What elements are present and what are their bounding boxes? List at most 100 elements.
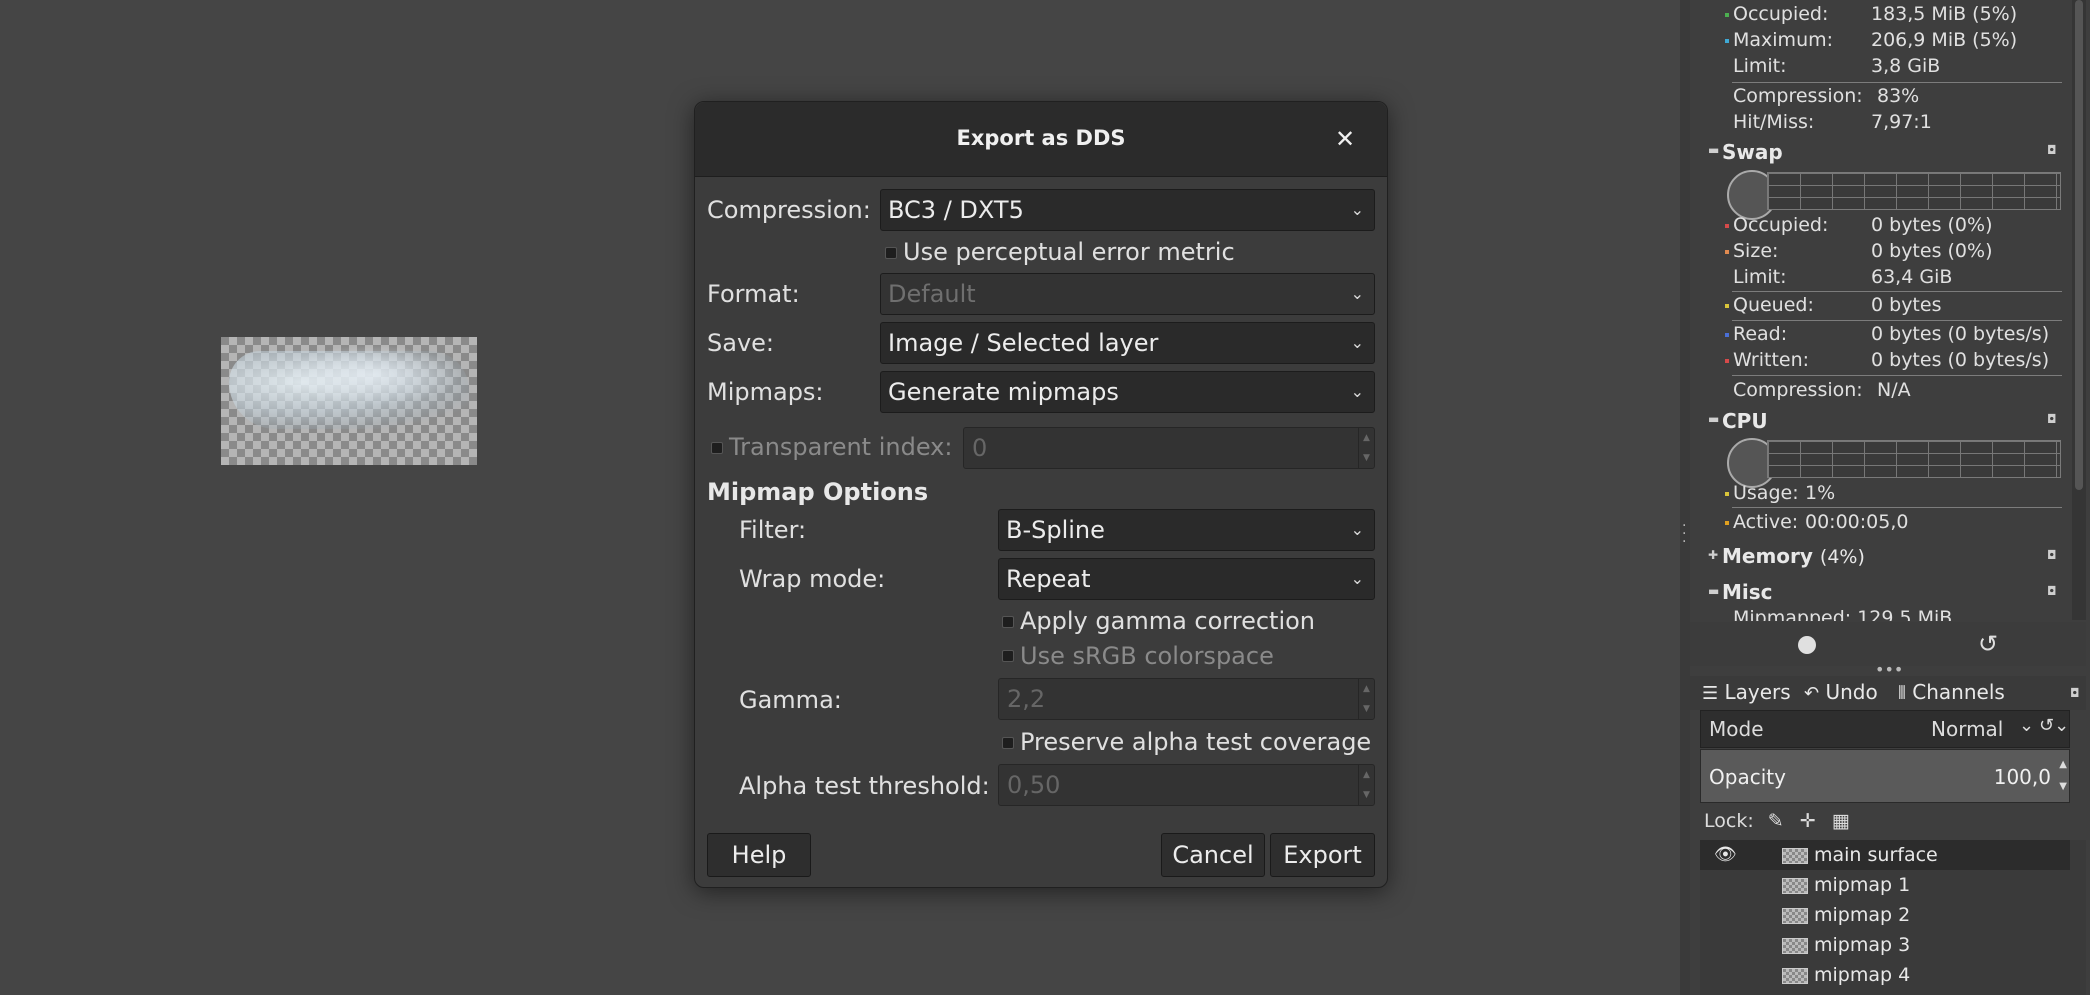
- opacity-value: 100,0: [1993, 765, 2051, 789]
- dock-menu-icon[interactable]: ◘: [2070, 686, 2080, 700]
- format-label: Format:: [707, 280, 800, 308]
- list-item[interactable]: mipmap 4: [1700, 960, 2070, 990]
- spinner-arrows-icon[interactable]: ▲ ▼: [1358, 765, 1374, 805]
- group-menu-icon[interactable]: ◘: [2047, 548, 2057, 562]
- swap-value: 0 bytes (0 bytes/s): [1871, 349, 2050, 371]
- export-button[interactable]: Export: [1270, 833, 1375, 877]
- memory-title: Memory: [1722, 544, 1813, 568]
- cache-row: Maximum: 206,9 MiB (5%): [1725, 29, 2065, 53]
- lock-pixels-icon[interactable]: ✎: [1768, 810, 1784, 832]
- mipmaps-select[interactable]: Generate mipmaps ⌄: [880, 371, 1375, 413]
- undo-icon: ↶: [1804, 683, 1820, 704]
- drag-handle-icon[interactable]: · · ·: [1682, 519, 1686, 549]
- cpu-row: Usage: 1%: [1725, 482, 2065, 506]
- mode-switch-icon[interactable]: ↺⌄: [2039, 715, 2069, 736]
- spinner-arrows-icon[interactable]: ▲ ▼: [1358, 428, 1374, 468]
- opacity-slider[interactable]: Opacity 100,0 ▲ ▼: [1700, 749, 2070, 803]
- compression-label: Compression:: [707, 196, 871, 224]
- list-item[interactable]: 👁 main surface: [1700, 840, 2070, 870]
- swap-key: Occupied:: [1733, 214, 1829, 236]
- layer-name: mipmap 3: [1814, 934, 1911, 956]
- cache-key: Hit/Miss:: [1733, 111, 1815, 133]
- chevron-down-icon: ⌄: [1350, 200, 1364, 219]
- save-value: Image / Selected layer: [888, 329, 1159, 357]
- list-item[interactable]: mipmap 1: [1700, 870, 2070, 900]
- chevron-down-icon: ⌄: [1350, 333, 1364, 352]
- gamma-correction-checkbox[interactable]: [1002, 616, 1014, 628]
- layer-thumbnail: [1782, 907, 1808, 924]
- swap-group-title[interactable]: Swap: [1722, 140, 1783, 164]
- lock-position-icon[interactable]: ✛: [1800, 810, 1816, 832]
- dashboard-scrollbar[interactable]: [2072, 0, 2086, 620]
- swap-value: 0 bytes (0 bytes/s): [1871, 323, 2050, 345]
- chevron-down-icon: ⌄: [2019, 715, 2035, 736]
- gamma-correction-label: Apply gamma correction: [1020, 607, 1316, 635]
- perceptual-checkbox[interactable]: [885, 247, 897, 259]
- tab-layers[interactable]: ☰ Layers: [1702, 680, 1791, 704]
- swap-value: 63,4 GiB: [1871, 266, 1953, 288]
- save-select[interactable]: Image / Selected layer ⌄: [880, 322, 1375, 364]
- swap-meter: [1767, 172, 2061, 210]
- close-icon[interactable]: ✕: [1329, 123, 1361, 155]
- group-menu-icon[interactable]: ◘: [2047, 412, 2057, 426]
- group-menu-icon[interactable]: ◘: [2047, 584, 2057, 598]
- layer-name: main surface: [1814, 844, 1938, 866]
- collapse-icon[interactable]: ▬: [1708, 143, 1719, 157]
- swap-row: Queued: 0 bytes: [1725, 294, 2065, 318]
- panel-divider[interactable]: · · ·: [1680, 0, 1690, 995]
- separator: [1732, 82, 2062, 83]
- lock-alpha-icon[interactable]: ▦: [1832, 810, 1850, 832]
- reset-icon[interactable]: ↺: [1978, 630, 1998, 658]
- collapse-icon[interactable]: ▬: [1708, 584, 1719, 598]
- swap-value: N/A: [1877, 379, 1911, 401]
- memory-value: (4%): [1819, 546, 1865, 568]
- srgb-checkbox[interactable]: [1002, 650, 1014, 662]
- perceptual-label: Use perceptual error metric: [903, 238, 1235, 266]
- tab-undo[interactable]: ↶ Undo: [1804, 680, 1878, 704]
- cpu-row: Active: 00:00:05,0: [1725, 511, 2065, 535]
- cache-value: 83%: [1877, 85, 1920, 107]
- wrap-mode-select[interactable]: Repeat ⌄: [998, 558, 1375, 600]
- memory-group-title[interactable]: Memory (4%): [1722, 544, 1865, 568]
- cache-row: Hit/Miss: 7,97:1: [1725, 111, 2065, 135]
- srgb-label: Use sRGB colorspace: [1020, 642, 1274, 670]
- preserve-alpha-checkbox[interactable]: [1002, 737, 1014, 749]
- cancel-button[interactable]: Cancel: [1161, 833, 1265, 877]
- legend-dot-icon: [1725, 303, 1729, 308]
- list-item[interactable]: mipmap 3: [1700, 930, 2070, 960]
- gamma-spinner[interactable]: 2,2 ▲ ▼: [998, 678, 1375, 720]
- filter-value: B-Spline: [1006, 516, 1105, 544]
- layer-thumbnail: [1782, 847, 1808, 864]
- chevron-down-icon: ⌄: [1350, 569, 1364, 588]
- eye-icon[interactable]: 👁: [1714, 840, 1737, 870]
- transparent-index-label: Transparent index:: [729, 433, 953, 461]
- misc-group-title[interactable]: Misc: [1722, 580, 1773, 604]
- transparent-index-spinner[interactable]: 0 ▲ ▼: [963, 427, 1375, 469]
- collapse-icon[interactable]: ▬: [1708, 412, 1719, 426]
- alpha-threshold-spinner[interactable]: 0,50 ▲ ▼: [998, 764, 1375, 806]
- cache-value: 7,97:1: [1871, 111, 1932, 133]
- compression-select[interactable]: BC3 / DXT5 ⌄: [880, 189, 1375, 231]
- group-menu-icon[interactable]: ◘: [2047, 143, 2057, 157]
- legend-dot-icon: [1725, 332, 1729, 337]
- format-select[interactable]: Default ⌄: [880, 273, 1375, 315]
- scrollbar-thumb[interactable]: [2075, 0, 2083, 490]
- tab-channels[interactable]: ⦀ Channels: [1898, 680, 2005, 704]
- cpu-group-title[interactable]: CPU: [1722, 409, 1768, 433]
- swap-key: Read:: [1733, 323, 1788, 345]
- filter-select[interactable]: B-Spline ⌄: [998, 509, 1375, 551]
- list-item[interactable]: mipmap 2: [1700, 900, 2070, 930]
- cpu-meter: [1767, 440, 2061, 478]
- cpu-key: Active:: [1733, 511, 1799, 533]
- layer-name: mipmap 2: [1814, 904, 1911, 926]
- expand-icon[interactable]: ✚: [1708, 548, 1718, 562]
- spinner-arrows-icon[interactable]: ▲ ▼: [2059, 754, 2067, 798]
- mode-combo[interactable]: Mode Normal ⌄ ↺⌄: [1700, 710, 2070, 748]
- transparent-index-checkbox[interactable]: [711, 442, 723, 454]
- save-label: Save:: [707, 329, 774, 357]
- canvas-image-preview[interactable]: [221, 337, 477, 465]
- record-icon[interactable]: [1798, 636, 1816, 654]
- mipmaps-label: Mipmaps:: [707, 378, 824, 406]
- help-button[interactable]: Help: [707, 833, 811, 877]
- spinner-arrows-icon[interactable]: ▲ ▼: [1358, 679, 1374, 719]
